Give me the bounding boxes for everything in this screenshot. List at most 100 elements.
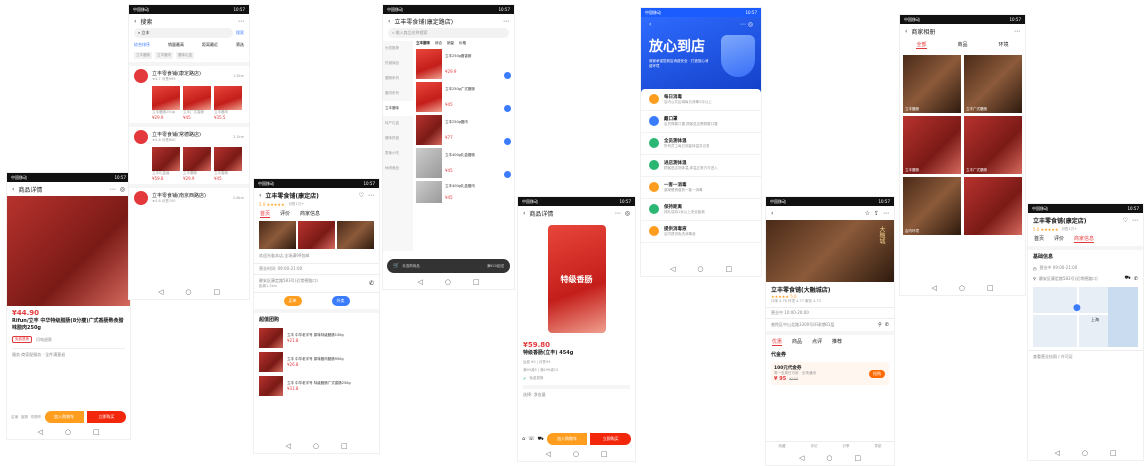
- more-icon[interactable]: ⋯ ◎: [740, 21, 753, 28]
- nav-recent-icon[interactable]: □: [725, 265, 732, 273]
- tab-info[interactable]: 商家信息: [300, 210, 320, 218]
- more-icon[interactable]: ⋯: [368, 192, 374, 199]
- deal-item[interactable]: 立丰 中华老字号 特级腊肠广式香肠250g ¥31.8: [254, 374, 379, 398]
- favorite-button[interactable]: 收藏: [779, 444, 786, 449]
- tab-deals[interactable]: 优惠: [772, 338, 783, 346]
- nav-back-icon[interactable]: ◁: [417, 278, 422, 286]
- add-icon[interactable]: [504, 171, 511, 178]
- back-icon[interactable]: ‹: [905, 28, 907, 35]
- cart-button[interactable]: 购物车: [31, 415, 42, 420]
- service-row[interactable]: 服务 商家配服务 · 全件满意退: [12, 348, 125, 358]
- nav-back-icon[interactable]: ◁: [545, 450, 550, 458]
- star-icon[interactable]: ☆: [865, 210, 870, 217]
- category-item[interactable]: 热销商品: [383, 56, 413, 71]
- add-icon[interactable]: [504, 105, 511, 112]
- menu-item[interactable]: 立丰250g腊香肠 ¥29.9: [416, 49, 511, 79]
- store-photo[interactable]: [337, 221, 374, 249]
- back-icon[interactable]: ‹: [649, 21, 651, 28]
- album-photo[interactable]: 立丰腊肠: [903, 55, 961, 113]
- category-item[interactable]: 特产礼盒: [383, 116, 413, 131]
- deal-item[interactable]: 立丰 中华老字号 原味特级腊肠150g ¥21.8: [254, 326, 379, 350]
- nav-back-icon[interactable]: ◁: [1054, 449, 1059, 457]
- menu-item[interactable]: 立丰400g礼盒腊肉 ¥45: [416, 181, 511, 203]
- pay-button[interactable]: 买单: [283, 296, 302, 306]
- category-item[interactable]: 休闲食品: [383, 161, 413, 176]
- album-photo[interactable]: [964, 177, 1022, 235]
- tab-reviews[interactable]: 点评: [812, 338, 822, 346]
- category-item[interactable]: 腊肠系列: [383, 71, 413, 86]
- cart-bar[interactable]: 🛒 未选购商品 满¥20起送: [387, 259, 510, 273]
- delivery-button[interactable]: 外卖: [331, 296, 350, 306]
- menu-item[interactable]: 立丰250g腊肉 ¥77: [416, 115, 511, 145]
- shop-result[interactable]: 立丰零食铺(康定路店) ★4.7 月售999 1.5km 立丰腊肠250g ¥29.9…: [129, 62, 249, 123]
- subtab[interactable]: 销量: [447, 41, 454, 46]
- more-icon[interactable]: ⋯: [1132, 217, 1138, 224]
- back-icon[interactable]: ‹: [523, 210, 525, 217]
- share-icon[interactable]: ◎: [625, 210, 630, 217]
- product-thumb[interactable]: [183, 147, 211, 171]
- checkout-button[interactable]: 满¥20起送: [487, 264, 504, 269]
- tab-goods[interactable]: 商品: [957, 41, 967, 49]
- search-input[interactable]: ⌕ 立丰: [134, 28, 233, 38]
- store-photo[interactable]: [259, 221, 296, 249]
- more-icon[interactable]: ⋯: [1014, 28, 1020, 35]
- coupon-card[interactable]: 100元代金券 周一至周日可用 · 全场通用 ¥ 95 ¥100 抢购: [771, 362, 889, 385]
- tab-goods[interactable]: 商品: [792, 338, 802, 346]
- subtab[interactable]: 价格: [459, 41, 466, 46]
- tab-reviews[interactable]: 评价: [280, 210, 290, 218]
- product-thumb[interactable]: [152, 147, 180, 171]
- service-icon[interactable]: ☏: [528, 436, 534, 442]
- tab-home[interactable]: 首页: [260, 210, 271, 218]
- product-thumb[interactable]: [183, 86, 211, 110]
- back-icon[interactable]: ‹: [388, 18, 390, 25]
- store-banner[interactable]: 大融城: [766, 220, 894, 282]
- back-icon[interactable]: ‹: [771, 210, 773, 217]
- cart-icon[interactable]: ⛟: [537, 436, 543, 443]
- add-icon[interactable]: [504, 138, 511, 145]
- nav-home-icon[interactable]: ○: [313, 442, 319, 450]
- license-link[interactable]: 查看营业执照 / 许可证: [1028, 350, 1143, 363]
- tab-recommend[interactable]: 推荐: [832, 338, 842, 346]
- tab-reviews[interactable]: 评价: [1054, 235, 1064, 243]
- tab-home[interactable]: 首页: [1034, 235, 1044, 243]
- nav-back-icon[interactable]: ◁: [931, 284, 936, 292]
- back-icon[interactable]: ‹: [259, 192, 261, 199]
- category-item[interactable]: 腊味拼盘: [383, 131, 413, 146]
- category-item[interactable]: 立丰腊味: [383, 101, 413, 116]
- sort-tab[interactable]: 销量最高: [168, 42, 184, 48]
- deal-item[interactable]: 立丰 中华老字号 原味腊肉腊肠950g ¥26.8: [254, 350, 379, 374]
- nav-home-icon[interactable]: ○: [826, 454, 832, 462]
- sort-tab[interactable]: 综合排序: [134, 42, 150, 48]
- comment-button[interactable]: 评论: [811, 444, 818, 449]
- album-photo[interactable]: 立丰广式腊肠: [964, 55, 1022, 113]
- tab-info[interactable]: 商家信息: [1074, 235, 1095, 243]
- more-icon[interactable]: ⋯: [883, 210, 889, 217]
- filter-chip[interactable]: 立丰腊肠: [134, 52, 152, 59]
- shop-button[interactable]: 店铺: [11, 415, 18, 420]
- buy-now-button[interactable]: 立即购买: [86, 411, 126, 423]
- heart-icon[interactable]: ♡: [359, 192, 364, 199]
- share-icon[interactable]: ◎: [120, 186, 125, 193]
- tab-environment[interactable]: 环境: [998, 41, 1008, 49]
- search-button[interactable]: 搜索: [236, 30, 244, 36]
- subtab[interactable]: 立丰腊味: [416, 41, 430, 46]
- add-icon[interactable]: [504, 72, 511, 79]
- map[interactable]: ● 上海: [1033, 287, 1138, 347]
- address[interactable]: 普陀区中山北路3300号环球港B1层: [771, 322, 875, 328]
- category-item[interactable]: 腊肉系列: [383, 86, 413, 101]
- back-icon[interactable]: ‹: [134, 18, 136, 25]
- product-thumb[interactable]: [214, 147, 242, 171]
- nav-back-icon[interactable]: ◁: [799, 454, 804, 462]
- phone-icon[interactable]: ✆: [1134, 276, 1138, 282]
- nav-back-icon[interactable]: ◁: [670, 265, 675, 273]
- album-photo[interactable]: 立丰广式腊肠: [964, 116, 1022, 174]
- sort-tab[interactable]: 距离最近: [202, 42, 218, 48]
- nav-home-icon[interactable]: ○: [573, 450, 579, 458]
- phone-icon[interactable]: ✆: [369, 280, 374, 287]
- buy-now-button[interactable]: 立即购买: [590, 433, 631, 445]
- nav-home-icon[interactable]: ○: [1082, 449, 1088, 457]
- product-image[interactable]: [7, 196, 130, 306]
- back-icon[interactable]: ‹: [12, 186, 14, 193]
- add-to-cart-button[interactable]: 加入购物车: [546, 433, 588, 445]
- shop-icon[interactable]: ⌂: [522, 436, 525, 442]
